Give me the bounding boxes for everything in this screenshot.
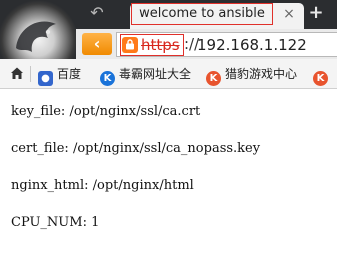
baidu-paw-icon: ● xyxy=(38,71,53,86)
address-row: ‹ https :// 192.168.1.122 xyxy=(76,29,337,59)
url-scheme: https xyxy=(141,36,180,54)
tab-title: welcome to ansible xyxy=(131,3,273,25)
liebao-k-icon: K xyxy=(313,71,328,86)
broken-lock-icon[interactable] xyxy=(122,37,138,53)
bookmark-baidu[interactable]: ● 百度 xyxy=(38,65,82,86)
browser-chrome: ↶ welcome to ansible × + ‹ https :// 192… xyxy=(0,0,337,89)
tab-bar: ↶ welcome to ansible × + xyxy=(76,0,337,29)
bookmarks-bar: ● 百度 K 毒霸网址大全 K 猎豹游戏中心 K xyxy=(0,59,337,89)
cpu-num-line: CPU_NUM: 1 xyxy=(11,215,100,230)
new-tab-button[interactable]: + xyxy=(304,2,328,24)
cert-file-line: cert_file: /opt/nginx/ssl/ca_nopass.key xyxy=(11,141,261,156)
tab-active[interactable]: welcome to ansible × xyxy=(130,3,304,29)
nginx-html-line: nginx_html: /opt/nginx/html xyxy=(11,178,194,193)
url-host: 192.168.1.122 xyxy=(197,36,307,54)
bookmark-label: 毒霸网址大全 xyxy=(119,67,192,81)
bookmark-label: 百度 xyxy=(57,67,82,81)
key-file-line: key_file: /opt/nginx/ssl/ca.crt xyxy=(11,104,201,119)
page-content: key_file: /opt/nginx/ssl/ca.crt cert_fil… xyxy=(0,90,337,260)
bookmark-duba[interactable]: K 毒霸网址大全 xyxy=(100,65,192,86)
https-indicator: https xyxy=(120,34,184,56)
bookmark-label: 猎豹游戏中心 xyxy=(225,67,298,81)
bookmark-liebao-games[interactable]: K 猎豹游戏中心 xyxy=(206,65,298,86)
back-button[interactable]: ‹ xyxy=(82,33,112,55)
liebao-k-icon: K xyxy=(206,71,221,86)
address-bar[interactable]: https :// 192.168.1.122 xyxy=(116,32,337,57)
kingsoft-k-icon: K xyxy=(100,71,115,86)
bookmark-liebao-more[interactable]: K xyxy=(313,65,332,86)
close-tab-icon[interactable]: × xyxy=(280,5,298,23)
home-icon[interactable] xyxy=(9,65,25,81)
undo-close-tab-icon[interactable]: ↶ xyxy=(82,2,112,24)
bookmark-divider xyxy=(30,66,31,82)
